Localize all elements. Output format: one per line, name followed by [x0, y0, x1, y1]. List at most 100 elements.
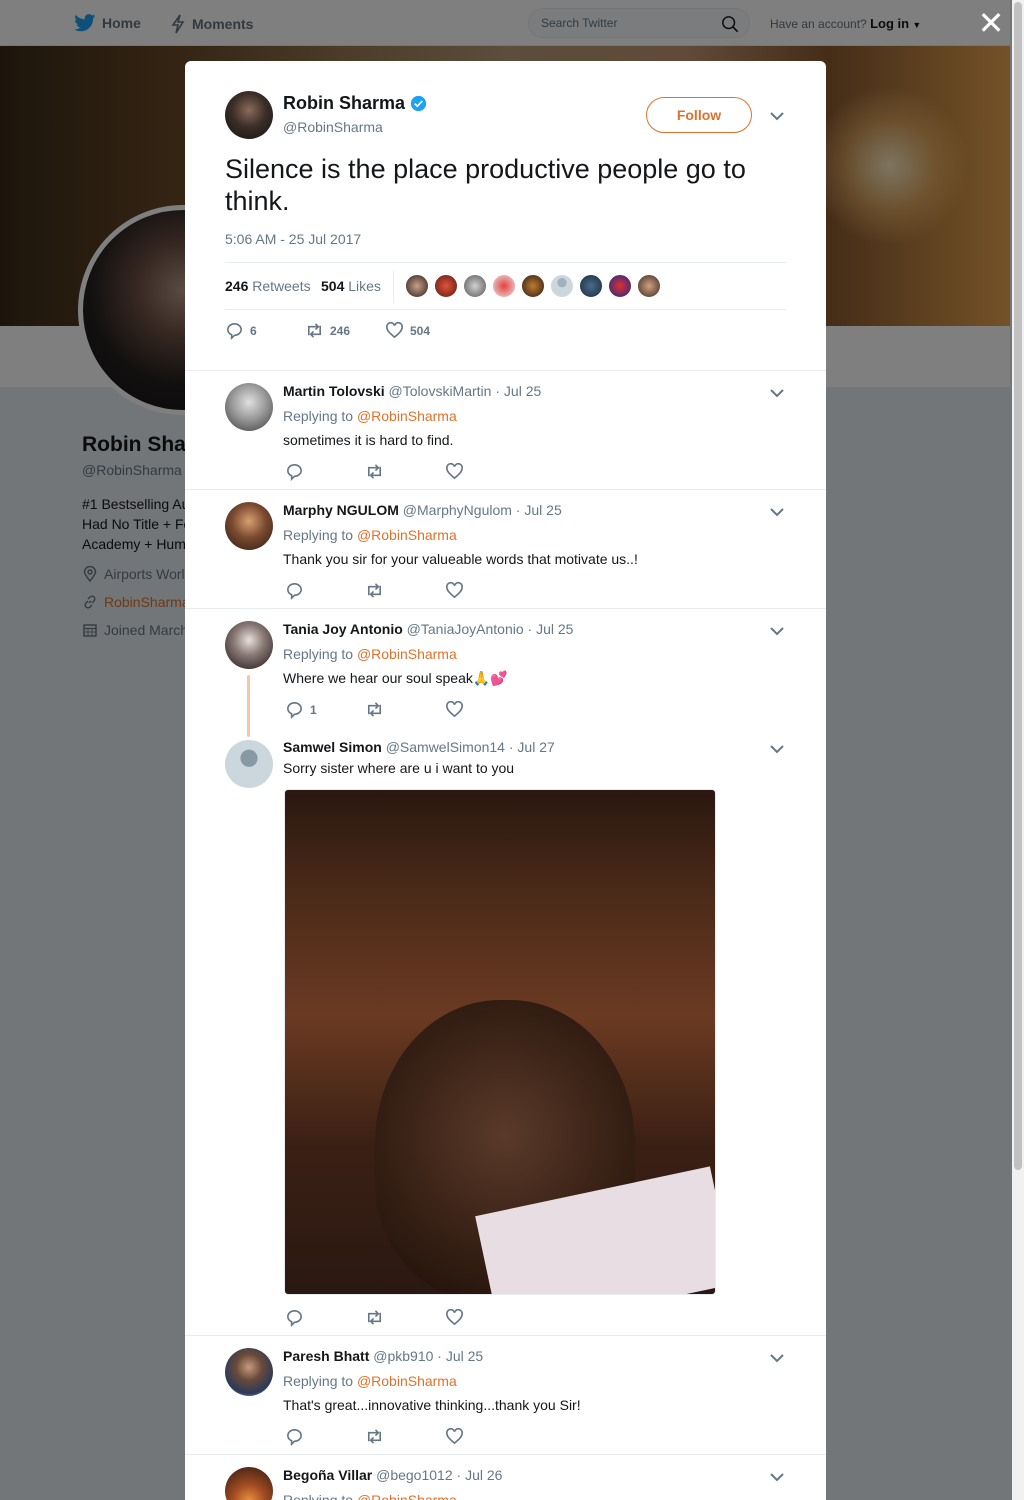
liker-avatar[interactable]: [521, 274, 545, 298]
like-button[interactable]: [445, 581, 525, 600]
reply-avatar[interactable]: [225, 621, 273, 669]
reply-tweet[interactable]: Marphy NGULOM @MarphyNgulom · Jul 25 Rep…: [185, 490, 826, 609]
replying-prefix: Replying to: [283, 527, 354, 543]
replying-to-handle[interactable]: @RobinSharma: [357, 527, 457, 543]
reply-photo[interactable]: [284, 789, 716, 1295]
liker-avatar[interactable]: [579, 274, 603, 298]
retweet-button[interactable]: [365, 581, 445, 600]
scrollbar-thumb[interactable]: [1014, 2, 1022, 1170]
reply-button[interactable]: [285, 462, 365, 481]
liker-avatars: [405, 274, 661, 298]
like-button[interactable]: [445, 462, 525, 481]
reply-avatar[interactable]: [225, 1348, 273, 1396]
reply-author-handle[interactable]: @TolovskiMartin: [389, 383, 492, 399]
reply-avatar[interactable]: [225, 383, 273, 431]
chevron-down-icon[interactable]: [769, 1350, 785, 1366]
replying-to-handle[interactable]: @RobinSharma: [357, 1373, 457, 1389]
reply-button[interactable]: 1: [285, 700, 365, 719]
reply-text: That's great...innovative thinking...tha…: [283, 1397, 581, 1413]
reply-date[interactable]: Jul 25: [524, 502, 561, 518]
reply-actions: [285, 1427, 525, 1446]
retweet-icon: [307, 323, 322, 338]
reply-date[interactable]: Jul 27: [517, 739, 554, 755]
reply-tweet[interactable]: Martin Tolovski @TolovskiMartin · Jul 25…: [185, 371, 826, 490]
retweet-button[interactable]: [365, 462, 445, 481]
retweets-count: 246: [225, 278, 249, 294]
reply-button[interactable]: [285, 581, 365, 600]
chevron-down-icon[interactable]: [769, 385, 785, 401]
reply-tweet[interactable]: Begoña Villar @bego1012 · Jul 26 Replyin…: [185, 1455, 826, 1500]
likes-stat[interactable]: 504 Likes: [321, 278, 381, 294]
reply-author-handle[interactable]: @bego1012: [376, 1467, 453, 1483]
retweet-icon: [367, 1429, 382, 1444]
reply-date[interactable]: Jul 25: [504, 383, 541, 399]
author-avatar[interactable]: [225, 91, 273, 139]
chevron-down-icon[interactable]: [769, 623, 785, 639]
retweets-stat[interactable]: 246 Retweets: [225, 278, 311, 294]
chevron-down-icon[interactable]: [769, 108, 785, 124]
reply-date[interactable]: Jul 25: [446, 1348, 483, 1364]
likes-label: Likes: [348, 278, 381, 294]
reply-icon: [287, 1310, 302, 1327]
reply-thread[interactable]: Tania Joy Antonio @TaniaJoyAntonio · Jul…: [185, 609, 826, 1336]
reply-author-handle[interactable]: @SamwelSimon14: [386, 739, 505, 755]
like-button[interactable]: [445, 1427, 525, 1446]
reply-button[interactable]: 6: [225, 321, 305, 340]
heart-icon: [446, 1308, 463, 1326]
retweet-button[interactable]: [365, 700, 445, 719]
reply-button[interactable]: [285, 1308, 365, 1327]
liker-avatar[interactable]: [550, 274, 574, 298]
tweet-actions: 6 246 504: [225, 321, 465, 340]
liker-avatar[interactable]: [492, 274, 516, 298]
tweet-timestamp[interactable]: 5:06 AM - 25 Jul 2017: [225, 231, 361, 247]
replying-to-handle[interactable]: @RobinSharma: [357, 408, 457, 424]
retweet-button[interactable]: [365, 1308, 445, 1327]
reply-date[interactable]: Jul 25: [536, 621, 573, 637]
replying-to-handle[interactable]: @RobinSharma: [357, 646, 457, 662]
reply-author-name[interactable]: Martin Tolovski: [283, 383, 385, 399]
reply-author-name[interactable]: Tania Joy Antonio: [283, 621, 403, 637]
reply-avatar[interactable]: [225, 502, 273, 550]
reply-author-handle[interactable]: @pkb910: [373, 1348, 433, 1364]
reply-date[interactable]: Jul 26: [465, 1467, 502, 1483]
verified-icon: [410, 95, 427, 112]
reply-author-handle[interactable]: @MarphyNgulom: [403, 502, 512, 518]
replying-to-handle[interactable]: @RobinSharma: [357, 1492, 457, 1500]
chevron-down-icon[interactable]: [769, 1469, 785, 1485]
author-handle[interactable]: @RobinSharma: [283, 119, 383, 135]
follow-button[interactable]: Follow: [646, 97, 752, 133]
reply-author-name[interactable]: Samwel Simon: [283, 739, 382, 755]
reply-author-name[interactable]: Marphy NGULOM: [283, 502, 399, 518]
reply-button[interactable]: [285, 1427, 365, 1446]
liker-avatar[interactable]: [463, 274, 487, 298]
reply-actions: [285, 462, 525, 481]
reply-icon: [287, 702, 302, 719]
close-icon[interactable]: ✕: [976, 7, 1006, 39]
liker-avatar[interactable]: [434, 274, 458, 298]
heart-icon: [446, 581, 463, 599]
liker-avatar[interactable]: [608, 274, 632, 298]
reply-text: Sorry sister where are u i want to you: [283, 760, 515, 776]
retweet-button[interactable]: 246: [305, 321, 385, 340]
reply-text: Where we hear our soul speak🙏💕: [283, 670, 508, 686]
chevron-down-icon[interactable]: [769, 504, 785, 520]
chevron-down-icon[interactable]: [769, 741, 785, 757]
liker-avatar[interactable]: [405, 274, 429, 298]
like-button[interactable]: [445, 700, 525, 719]
reply-icon: [287, 1429, 302, 1446]
reply-avatar[interactable]: [225, 1467, 273, 1500]
reply-author-handle[interactable]: @TaniaJoyAntonio: [407, 621, 524, 637]
thread-connector: [247, 675, 250, 737]
like-button[interactable]: 504: [385, 321, 465, 340]
reply-tweet[interactable]: Paresh Bhatt @pkb910 · Jul 25 Replying t…: [185, 1336, 826, 1455]
reply-author-name[interactable]: Begoña Villar: [283, 1467, 372, 1483]
liker-avatar[interactable]: [637, 274, 661, 298]
reply-author-name[interactable]: Paresh Bhatt: [283, 1348, 369, 1364]
retweet-icon: [367, 1310, 382, 1325]
like-button[interactable]: [445, 1308, 525, 1327]
retweet-button[interactable]: [365, 1427, 445, 1446]
author-name-row[interactable]: Robin Sharma: [283, 93, 427, 114]
author-name[interactable]: Robin Sharma: [283, 93, 405, 114]
reply-avatar[interactable]: [225, 740, 273, 788]
replying-prefix: Replying to: [283, 408, 354, 424]
